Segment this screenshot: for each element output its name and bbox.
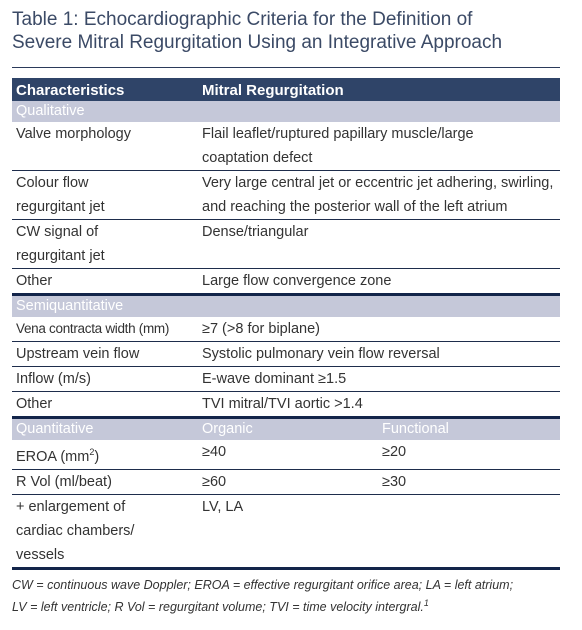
section-row-semiquantitative: Semiquantitative — [12, 294, 560, 317]
functional-cell: ≥30 — [378, 469, 560, 495]
value-cell: Dense/triangular — [198, 219, 560, 269]
organic-cell: ≥60 — [198, 469, 378, 495]
value-cell: Large flow convergence zone — [198, 268, 560, 296]
characteristic-cell: EROA (mm2) — [12, 440, 198, 470]
subheader-functional: Functional — [378, 417, 560, 440]
organic-cell: ≥40 — [198, 440, 378, 470]
section-label: Qualitative — [12, 101, 560, 122]
footnote-line-1: CW = continuous wave Doppler; EROA = eff… — [12, 578, 514, 592]
cell-text: Flail leaflet/ruptured papillary muscle/… — [202, 126, 474, 142]
table-row: Upstream vein flow Systolic pulmonary ve… — [12, 341, 560, 367]
table-row: CW signal of regurgitant jet Dense/triang… — [12, 219, 560, 269]
cell-text: cardiac chambers/ — [16, 522, 135, 539]
table-row: Other TVI mitral/TVI aortic >1.4 — [12, 391, 560, 419]
value-cell: Flail leaflet/ruptured papillary muscle/… — [198, 122, 560, 171]
cell-text: and reaching the posterior wall of the l… — [202, 199, 508, 215]
table-row: Valve morphology Flail leaflet/ruptured … — [12, 122, 560, 171]
table-footnote: CW = continuous wave Doppler; EROA = eff… — [12, 576, 562, 616]
criteria-table: Characteristics Mitral Regurgitation Qua… — [12, 78, 560, 570]
table-title: Table 1: Echocardiographic Criteria for … — [12, 8, 562, 54]
table-row: Other Large flow convergence zone — [12, 268, 560, 296]
section-label: Semiquantitative — [12, 294, 560, 317]
cell-text: Valve morphology — [16, 126, 131, 142]
table-header-row: Characteristics Mitral Regurgitation — [12, 78, 560, 101]
cell-text: EROA (mm — [16, 448, 90, 465]
characteristic-cell: Valve morphology — [12, 122, 198, 171]
functional-cell: ≥20 — [378, 440, 560, 470]
header-characteristics: Characteristics — [12, 78, 198, 101]
characteristic-cell: CW signal of regurgitant jet — [12, 219, 198, 269]
characteristic-cell: Other — [12, 268, 198, 296]
characteristic-cell: + enlargement of cardiac chambers/vessels — [12, 494, 198, 570]
table-row: + enlargement of cardiac chambers/vessels… — [12, 494, 560, 570]
cell-text: regurgitant jet — [16, 199, 105, 215]
characteristic-cell: Vena contracta width (mm) — [12, 317, 198, 342]
value-cell: TVI mitral/TVI aortic >1.4 — [198, 391, 560, 419]
cell-text: coaptation defect — [202, 150, 313, 166]
title-line-1: Table 1: Echocardiographic Criteria for … — [12, 9, 473, 30]
footnote-text: LV = left ventricle; R Vol = regurgitant… — [12, 600, 424, 615]
footnote-line-2: LV = left ventricle; R Vol = regurgitant… — [12, 594, 562, 616]
cell-text: CW signal of — [16, 224, 99, 240]
table-row: R Vol (ml/beat) ≥60 ≥30 — [12, 469, 560, 495]
cell-text: + enlargement of — [16, 498, 126, 515]
cell-text: ) — [94, 448, 100, 465]
value-cell: E-wave dominant ≥1.5 — [198, 366, 560, 392]
cell-text: Dense/triangular — [202, 224, 309, 240]
section-row-qualitative: Qualitative — [12, 101, 560, 122]
title-divider — [12, 67, 560, 68]
header-mitral-regurgitation: Mitral Regurgitation — [198, 78, 560, 101]
characteristic-cell: R Vol (ml/beat) — [12, 469, 198, 495]
section-row-quantitative: Quantitative Organic Functional — [12, 417, 560, 440]
cell-text: vessels — [16, 546, 65, 563]
characteristic-cell: Upstream vein flow — [12, 341, 198, 367]
section-label: Quantitative — [12, 417, 198, 440]
characteristic-cell: Colour flow regurgitant jet — [12, 170, 198, 220]
organic-cell: LV, LA — [198, 494, 378, 570]
functional-cell — [378, 494, 560, 570]
reference-marker: 1 — [423, 598, 429, 608]
value-cell: ≥7 (>8 for biplane) — [198, 317, 560, 342]
cell-text: Very large central jet or eccentric jet … — [202, 175, 554, 191]
characteristic-cell: Other — [12, 391, 198, 419]
cell-text: Colour flow — [16, 175, 89, 191]
title-line-2: Severe Mitral Regurgitation Using an Int… — [12, 32, 503, 53]
table-row: Colour flow regurgitant jet Very large ce… — [12, 170, 560, 220]
table-row: Inflow (m/s) E-wave dominant ≥1.5 — [12, 366, 560, 392]
value-cell: Systolic pulmonary vein flow reversal — [198, 341, 560, 367]
characteristic-cell: Inflow (m/s) — [12, 366, 198, 392]
table-row: EROA (mm2) ≥40 ≥20 — [12, 440, 560, 470]
cell-text: regurgitant jet — [16, 248, 105, 264]
value-cell: Very large central jet or eccentric jet … — [198, 170, 560, 220]
subheader-organic: Organic — [198, 417, 378, 440]
table-row: Vena contracta width (mm) ≥7 (>8 for bip… — [12, 317, 560, 342]
